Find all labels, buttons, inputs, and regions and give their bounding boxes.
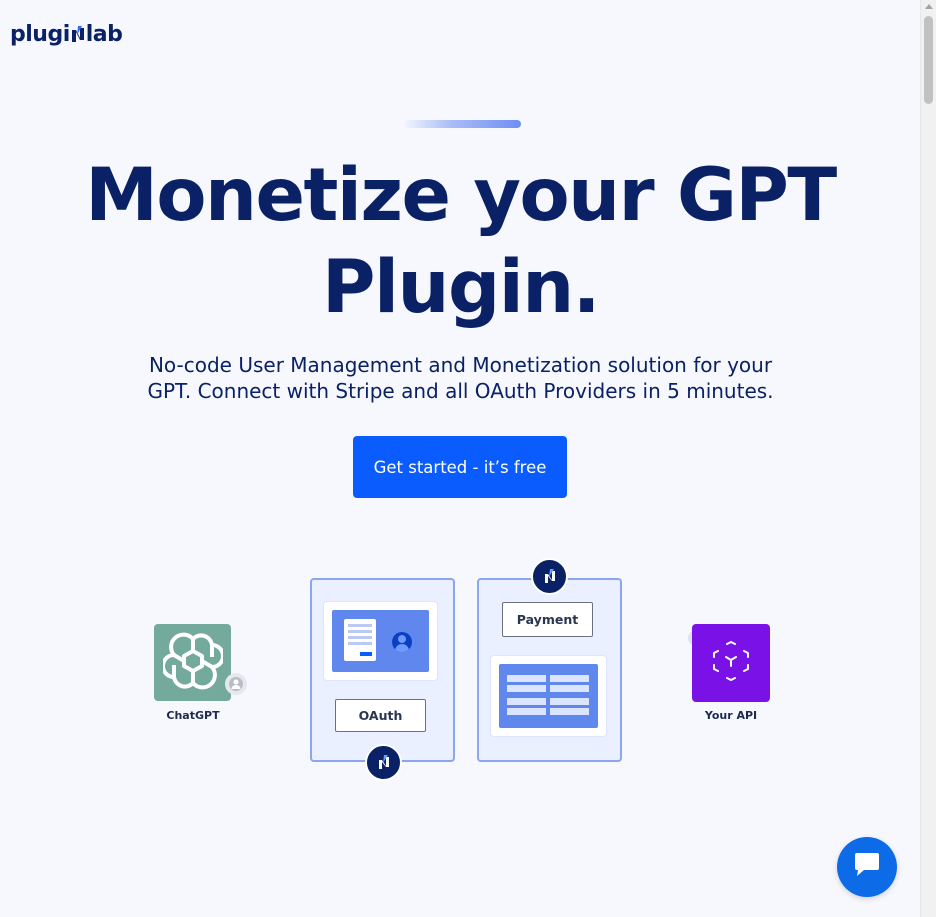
oauth-card xyxy=(310,578,455,762)
openai-logo-icon xyxy=(160,631,225,695)
bolt-badge-bottom-icon xyxy=(365,744,402,781)
table-illustration xyxy=(491,656,606,736)
bolt-badge-top-icon xyxy=(531,558,568,595)
api-label: Your API xyxy=(704,709,758,722)
page-scrollbar[interactable] xyxy=(920,0,936,917)
logo-bolt-icon xyxy=(71,24,85,46)
hero-subtitle: No-code User Management and Monetization… xyxy=(147,353,774,403)
chat-bubble-icon xyxy=(852,851,882,883)
form-document-icon xyxy=(344,619,376,661)
chatgpt-user-badge-icon xyxy=(225,673,247,695)
chatgpt-node xyxy=(154,624,231,701)
headline-line-1: Monetize your GPT xyxy=(85,153,837,238)
scroll-up-arrow-icon[interactable] xyxy=(925,4,933,9)
chatgpt-label: ChatGPT xyxy=(166,709,220,722)
user-avatar-icon xyxy=(392,632,412,652)
chat-widget-button[interactable] xyxy=(837,837,897,897)
payment-chip: Payment xyxy=(502,602,593,637)
pluginlab-logo[interactable]: plugi lab xyxy=(10,22,123,47)
api-node xyxy=(692,624,770,702)
oauth-chip: OAuth xyxy=(335,699,426,732)
logo-text-suffix: lab xyxy=(85,22,123,47)
decorative-accent-bar xyxy=(404,120,521,128)
login-screen-illustration xyxy=(324,602,437,680)
hero-headline: Monetize your GPT Plugin. xyxy=(0,150,921,334)
headline-line-2: Plugin. xyxy=(322,245,600,330)
scrollbar-thumb[interactable] xyxy=(924,16,933,104)
logo-text-prefix: plugi xyxy=(10,22,70,47)
get-started-button[interactable]: Get started - it’s free xyxy=(353,436,567,498)
cube-icon xyxy=(708,638,754,688)
